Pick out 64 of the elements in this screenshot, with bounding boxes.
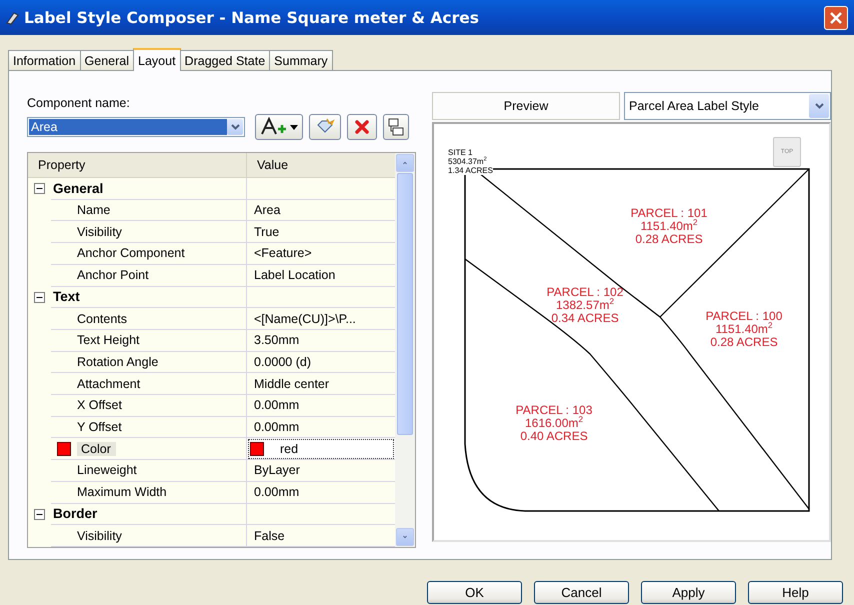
group-name: General [52, 180, 104, 196]
draw-order-button[interactable] [383, 114, 409, 140]
property-name: X Offset [76, 398, 122, 412]
property-name: Contents [76, 312, 128, 326]
label-style-dropdown[interactable]: Parcel Area Label Style [624, 92, 831, 120]
area-label-line: PARCEL : 100 [706, 310, 782, 323]
area-label-line: 0.28 ACRES [634, 233, 704, 246]
property-name: Name [76, 203, 110, 218]
area-label-line: PARCEL : 101 [630, 207, 708, 220]
property-name: Attachment [76, 376, 140, 391]
column-header: Value [256, 157, 288, 174]
property-name: Anchor Component [76, 246, 185, 260]
property-name: Lineweight [76, 463, 137, 478]
dialog-button[interactable]: Apply [641, 581, 736, 604]
area-label-line: 1382.57m$^{2}$ [556, 299, 614, 312]
dialog-button[interactable]: OK [427, 581, 522, 604]
group-name: Border [52, 506, 98, 522]
area-label-line: 0.28 ACRES [709, 336, 779, 349]
area-label-line: 0.40 ACRES [519, 430, 589, 443]
tab[interactable]: General [80, 50, 134, 70]
scrollbar-thumb[interactable] [397, 173, 413, 435]
tab[interactable]: Summary [269, 50, 333, 70]
property-name: Visibility [76, 528, 122, 543]
collapse-icon[interactable] [34, 508, 45, 520]
dropdown-arrow-icon [290, 124, 298, 130]
area-label-line: SITE 1 [448, 148, 474, 157]
delete-x-icon [354, 119, 370, 135]
property-name: Y Offset [76, 420, 122, 434]
area-label-line: 1.34 ACRES [448, 166, 493, 175]
stacked-windows-icon [387, 117, 405, 137]
add-text-component-button[interactable] [255, 114, 303, 140]
tab[interactable]: Dragged State [180, 50, 270, 70]
area-label-line: 5304.37m$^{2}$ [448, 157, 488, 166]
letter-a-plus-icon [260, 117, 288, 137]
dialog-button[interactable]: Help [748, 581, 843, 604]
window-title: Label Style Composer - Name Square meter & Acres [24, 8, 479, 26]
copy-component-button[interactable] [309, 114, 341, 140]
area-label-line: PARCEL : 103 [516, 404, 592, 417]
area-label-line: 1616.00m$^{2}$ [524, 417, 584, 430]
property-name: Visibility [76, 224, 122, 239]
area-label-line: PARCEL : 102 [546, 286, 624, 299]
collapse-icon[interactable] [34, 183, 45, 194]
component-name-label: Component name: [27, 96, 131, 111]
area-label-line: 1151.40m$^{2}$ [640, 220, 698, 233]
area-label-line: 0.34 ACRES [550, 312, 620, 325]
property-name: Rotation Angle [76, 354, 158, 369]
delete-component-button[interactable] [347, 114, 377, 140]
tab[interactable]: Layout [133, 48, 181, 71]
property-name: Text Height [76, 333, 140, 348]
property-value[interactable]: red [247, 438, 395, 460]
column-header: Property [28, 153, 247, 177]
group-name: Text [52, 289, 80, 304]
property-name: Color [77, 442, 116, 456]
area-label-line: 1151.40m$^{2}$ [715, 323, 773, 336]
component-name-dropdown[interactable]: Area [27, 117, 245, 137]
close-icon [830, 12, 842, 24]
app-icon [6, 10, 20, 24]
dialog-button[interactable]: Cancel [534, 581, 629, 604]
preview-label: Preview [432, 92, 620, 120]
tab[interactable]: Information [8, 50, 81, 70]
collapse-icon[interactable] [34, 292, 45, 303]
close-button[interactable] [824, 6, 848, 30]
property-name: Maximum Width [76, 485, 167, 500]
property-name: Anchor Point [76, 268, 149, 282]
